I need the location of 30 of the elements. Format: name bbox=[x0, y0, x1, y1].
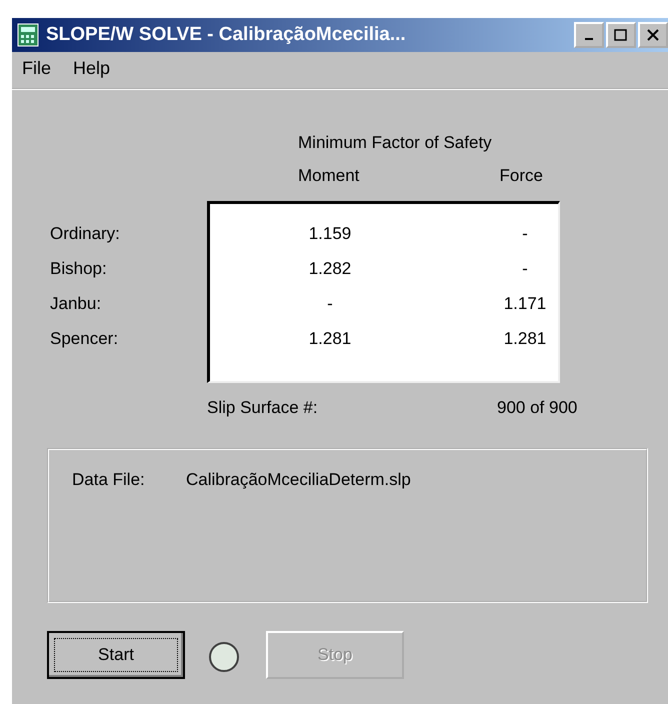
minimize-button[interactable] bbox=[574, 22, 604, 48]
factor-value: 1.281 bbox=[308, 329, 352, 349]
start-button[interactable]: Start bbox=[47, 631, 185, 679]
factor-value: - bbox=[326, 294, 334, 314]
method-label: Bishop: bbox=[50, 259, 107, 279]
maximize-button[interactable] bbox=[606, 22, 636, 48]
menu-item[interactable]: Help bbox=[73, 58, 110, 82]
menu-item[interactable]: File bbox=[22, 58, 52, 82]
method-label: Ordinary: bbox=[50, 224, 120, 244]
minimize-icon bbox=[585, 38, 593, 40]
data-file-value: CalibraçãoMceciliaDeterm.slp bbox=[186, 470, 411, 490]
close-icon bbox=[647, 29, 659, 41]
column-header: Moment bbox=[298, 166, 360, 186]
factor-value: - bbox=[521, 259, 529, 279]
factor-value: - bbox=[521, 224, 529, 244]
calculator-icon bbox=[16, 23, 40, 47]
window-title: SLOPE/W SOLVE - CalibraçãoMcecilia... bbox=[46, 24, 407, 46]
factor-value: 1.159 bbox=[308, 224, 352, 244]
factor-value: 1.281 bbox=[502, 329, 548, 349]
factor-value: 1.282 bbox=[308, 259, 352, 279]
column-header: Force bbox=[500, 166, 543, 186]
method-label: Janbu: bbox=[50, 294, 102, 314]
maximize-icon bbox=[614, 29, 628, 41]
factor-value: 1.171 bbox=[502, 294, 548, 314]
results-heading: Minimum Factor of Safety bbox=[298, 133, 492, 153]
slip-surface-value: 900 of 900 bbox=[497, 398, 578, 418]
method-label: Spencer: bbox=[50, 329, 118, 349]
data-file-label: Data File: bbox=[72, 470, 145, 490]
close-button[interactable] bbox=[638, 22, 668, 48]
slip-surface-label: Slip Surface #: bbox=[207, 398, 318, 418]
